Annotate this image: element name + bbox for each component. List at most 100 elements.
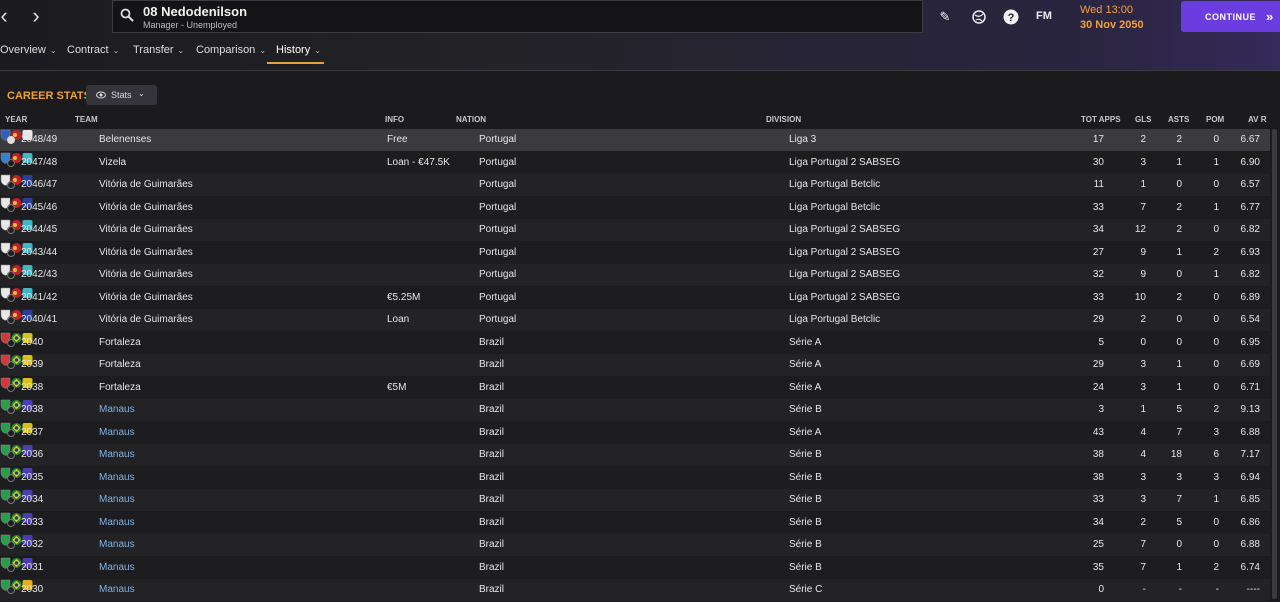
row-division[interactable]: Liga Portugal 2 SABSEG (789, 224, 900, 235)
col-avr[interactable]: AV R (1248, 115, 1267, 124)
tab-comparison[interactable]: Comparison ⌄ (196, 44, 266, 56)
row-nation[interactable]: Brazil (479, 472, 504, 483)
row-nation[interactable]: Portugal (479, 157, 516, 168)
row-nation[interactable]: Portugal (479, 224, 516, 235)
back-arrow-icon[interactable]: ‹ (0, 5, 14, 28)
row-nation[interactable]: Brazil (479, 404, 504, 415)
fm-logo[interactable]: FM (1036, 10, 1052, 22)
row-select-radio[interactable] (7, 248, 15, 257)
row-team[interactable]: Fortaleza (99, 382, 141, 393)
col-apps[interactable]: TOT APPS (1081, 115, 1121, 124)
row-team[interactable]: Vitória de Guimarães (99, 269, 193, 280)
table-row[interactable]: 2033 Manaus Brazil Série B 34 2 5 0 6.86 (0, 511, 1270, 534)
row-team[interactable]: Manaus (99, 404, 135, 415)
row-team[interactable]: Manaus (99, 494, 135, 505)
col-year[interactable]: YEAR (5, 115, 27, 124)
row-nation[interactable]: Brazil (479, 539, 504, 550)
row-select-radio[interactable] (7, 136, 15, 144)
row-team[interactable]: Manaus (99, 584, 135, 595)
row-team[interactable]: Manaus (99, 472, 135, 483)
table-row[interactable]: 2039 Fortaleza Brazil Série A 29 3 1 0 6.69 (0, 354, 1270, 376)
row-nation[interactable]: Brazil (479, 337, 504, 348)
table-row[interactable]: 2032 Manaus Brazil Série B 25 7 0 0 6.88 (0, 534, 1270, 556)
col-team[interactable]: TEAM (75, 115, 98, 124)
scrollbar[interactable] (1272, 129, 1277, 599)
row-nation[interactable]: Brazil (479, 359, 504, 370)
row-select-radio[interactable] (7, 428, 15, 437)
row-team[interactable]: Vizela (99, 157, 126, 168)
row-select-radio[interactable] (7, 226, 15, 234)
help-icon[interactable]: ? (1002, 8, 1020, 26)
table-row[interactable]: 2047/48 Vizela Loan - €47.5K Portugal Liga P… (0, 151, 1270, 174)
tab-contract[interactable]: Contract ⌄ (67, 44, 119, 56)
row-nation[interactable]: Portugal (479, 134, 516, 145)
row-team[interactable]: Manaus (99, 539, 135, 550)
row-division[interactable]: Série A (789, 382, 821, 393)
row-team[interactable]: Manaus (99, 449, 135, 460)
row-nation[interactable]: Portugal (479, 314, 516, 325)
row-division[interactable]: Liga Portugal Betclic (789, 314, 880, 325)
col-info[interactable]: INFO (385, 115, 404, 124)
row-select-radio[interactable] (7, 563, 15, 572)
col-asts[interactable]: ASTS (1168, 115, 1189, 124)
row-team[interactable]: Vitória de Guimarães (99, 292, 193, 303)
table-row[interactable]: 2043/44 Vitória de Guimarães Portugal Liga … (0, 241, 1270, 264)
row-nation[interactable]: Portugal (479, 292, 516, 303)
row-team[interactable]: Vitória de Guimarães (99, 202, 193, 213)
row-division[interactable]: Série B (789, 494, 822, 505)
row-division[interactable]: Série A (789, 337, 821, 348)
row-division[interactable]: Liga Portugal 2 SABSEG (789, 269, 900, 280)
table-row[interactable]: 2030 Manaus Brazil Série C 0- - - ---- (0, 579, 1270, 601)
row-nation[interactable]: Portugal (479, 179, 516, 190)
forward-arrow-icon[interactable]: › (26, 5, 46, 28)
table-row[interactable]: 2031 Manaus Brazil Série B 35 7 1 2 6.74 (0, 556, 1270, 579)
table-row[interactable]: 2038 Manaus Brazil Série B 3 1 5 2 9.13 (0, 399, 1270, 421)
row-nation[interactable]: Brazil (479, 449, 504, 460)
row-division[interactable]: Série A (789, 427, 821, 438)
row-division[interactable]: Liga Portugal 2 SABSEG (789, 292, 900, 303)
row-select-radio[interactable] (7, 406, 15, 414)
row-division[interactable]: Série B (789, 562, 822, 573)
row-select-radio[interactable] (7, 203, 15, 212)
row-division[interactable]: Série A (789, 359, 821, 370)
continue-button[interactable]: CONTINUE » (1181, 1, 1280, 32)
row-team[interactable]: Manaus (99, 562, 135, 573)
row-division[interactable]: Série B (789, 539, 822, 550)
row-nation[interactable]: Brazil (479, 517, 504, 528)
row-division[interactable]: Liga Portugal Betclic (789, 202, 880, 213)
row-nation[interactable]: Brazil (479, 494, 504, 505)
row-division[interactable]: Série B (789, 472, 822, 483)
row-nation[interactable]: Brazil (479, 562, 504, 573)
table-row[interactable]: 2045/46 Vitória de Guimarães Portugal Liga … (0, 196, 1270, 219)
table-row[interactable]: 2042/43 Vitória de Guimarães Portugal Liga … (0, 264, 1270, 286)
row-division[interactable]: Liga Portugal Betclic (789, 179, 880, 190)
pencil-icon[interactable]: ✎ (936, 8, 954, 26)
row-division[interactable]: Série B (789, 517, 822, 528)
row-nation[interactable]: Brazil (479, 382, 504, 393)
row-nation[interactable]: Portugal (479, 202, 516, 213)
row-team[interactable]: Belenenses (99, 134, 151, 145)
table-row[interactable]: 2038 Fortaleza €5M Brazil Série A 24 3 1 0 6.71 (0, 376, 1270, 399)
row-team[interactable]: Fortaleza (99, 359, 141, 370)
row-select-radio[interactable] (7, 338, 15, 347)
col-gls[interactable]: GLS (1135, 115, 1151, 124)
row-division[interactable]: Liga 3 (789, 134, 816, 145)
row-select-radio[interactable] (7, 293, 15, 302)
row-select-radio[interactable] (7, 361, 15, 369)
row-nation[interactable]: Brazil (479, 427, 504, 438)
tab-history[interactable]: History ⌄ (276, 44, 321, 56)
stats-dropdown[interactable]: Stats ⌄ (86, 85, 157, 105)
row-team[interactable]: Vitória de Guimarães (99, 224, 193, 235)
tab-transfer[interactable]: Transfer ⌄ (133, 44, 184, 56)
row-nation[interactable]: Brazil (479, 584, 504, 595)
row-select-radio[interactable] (7, 181, 15, 189)
row-division[interactable]: Liga Portugal 2 SABSEG (789, 157, 900, 168)
table-row[interactable]: 2036 Manaus Brazil Série B 38 4 18 6 7.17 (0, 444, 1270, 466)
row-division[interactable]: Liga Portugal 2 SABSEG (789, 247, 900, 258)
row-team[interactable]: Manaus (99, 517, 135, 528)
row-team[interactable]: Vitória de Guimarães (99, 247, 193, 258)
table-row[interactable]: 2048/49 Belenenses Free Portugal Liga 3 17 2 2 0… (0, 129, 1270, 151)
search-bar[interactable]: 08 Nedodenilson Manager - Unemployed (112, 0, 923, 33)
row-select-radio[interactable] (7, 158, 15, 167)
row-team[interactable]: Manaus (99, 427, 135, 438)
